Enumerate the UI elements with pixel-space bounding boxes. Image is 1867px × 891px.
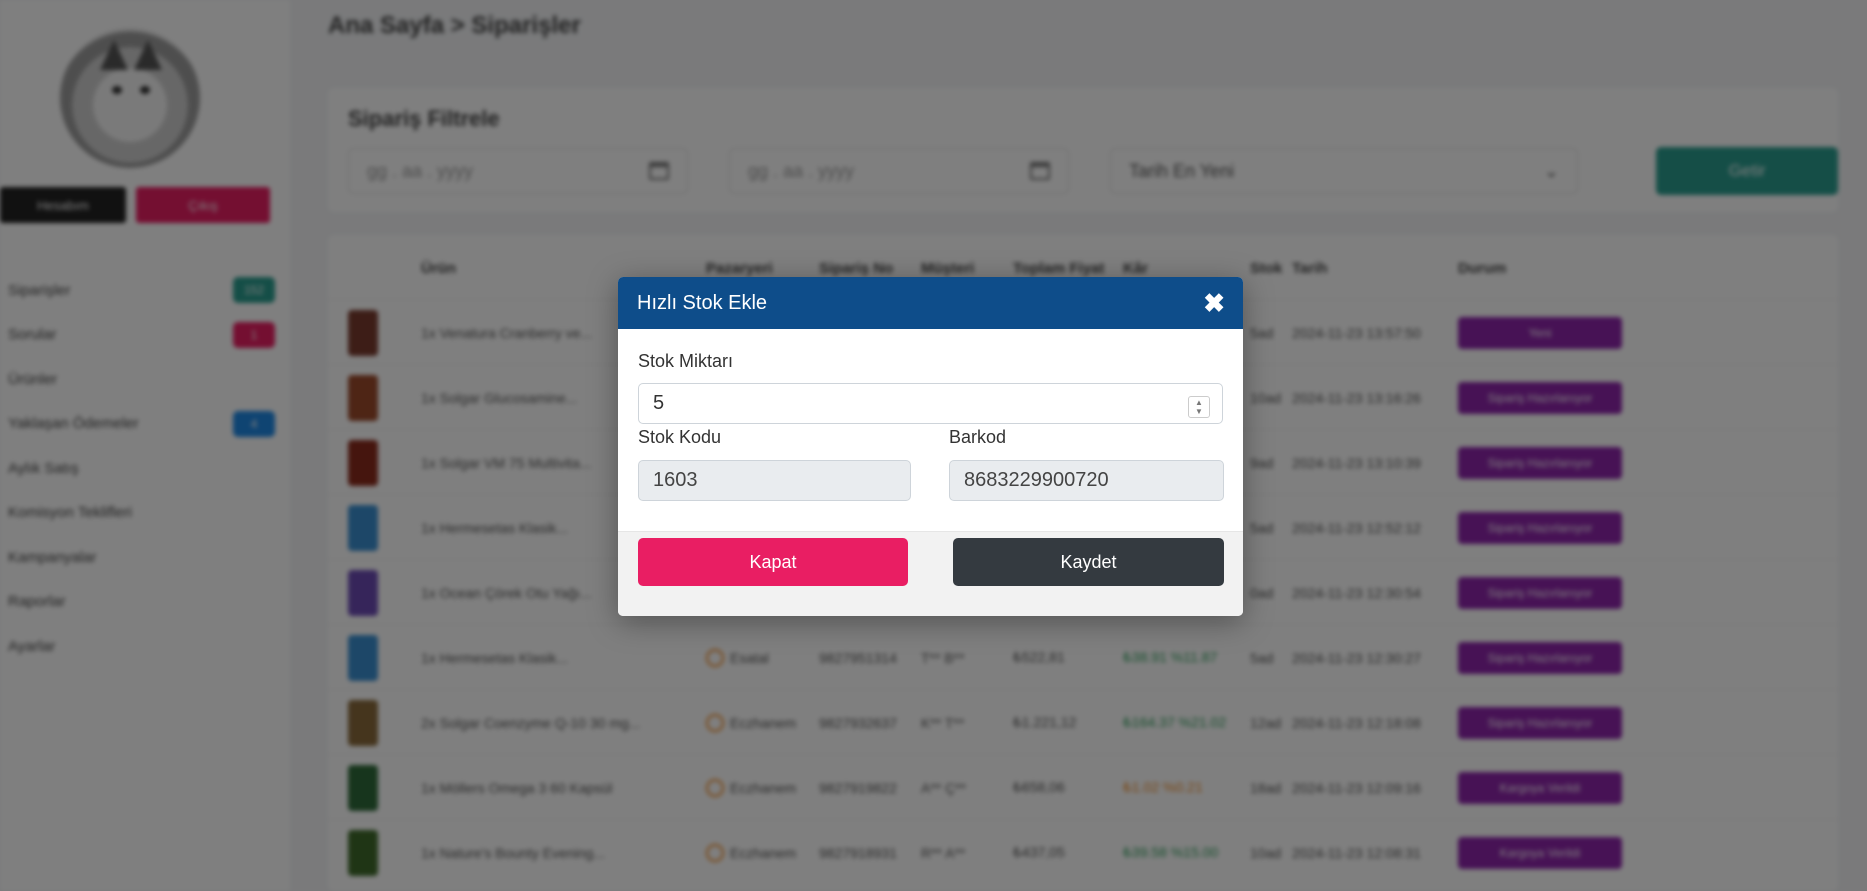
barcode-label: Barkod [949, 427, 1007, 447]
close-button[interactable]: Kapat [638, 538, 908, 586]
stock-code-field[interactable]: 1603 [638, 460, 911, 501]
stock-code-label: Stok Kodu [638, 427, 722, 447]
stock-code-value: 1603 [653, 469, 698, 491]
chevron-up-icon[interactable]: ▲ [1195, 398, 1203, 407]
close-icon[interactable]: ✖ [1203, 290, 1225, 316]
modal-footer: Kapat Kaydet [618, 531, 1243, 616]
save-button[interactable]: Kaydet [953, 538, 1224, 586]
stock-quantity-label: Stok Miktarı [638, 351, 734, 371]
stock-quantity-value: 5 [653, 392, 665, 414]
barcode-value: 8683229900720 [964, 469, 1109, 491]
barcode-field[interactable]: 8683229900720 [949, 460, 1224, 501]
chevron-down-icon[interactable]: ▼ [1195, 407, 1203, 416]
stock-quantity-input[interactable]: 5 ▲ ▼ [638, 383, 1223, 424]
modal-title: Hızlı Stok Ekle [637, 291, 768, 314]
number-stepper[interactable]: ▲ ▼ [1188, 396, 1210, 418]
quick-stock-modal: Hızlı Stok Ekle ✖ Stok Miktarı 5 ▲ ▼ Sto… [618, 277, 1243, 616]
modal-header: Hızlı Stok Ekle ✖ [618, 277, 1243, 329]
modal-body: Stok Miktarı 5 ▲ ▼ Stok Kodu 1603 Barkod… [618, 329, 1243, 531]
